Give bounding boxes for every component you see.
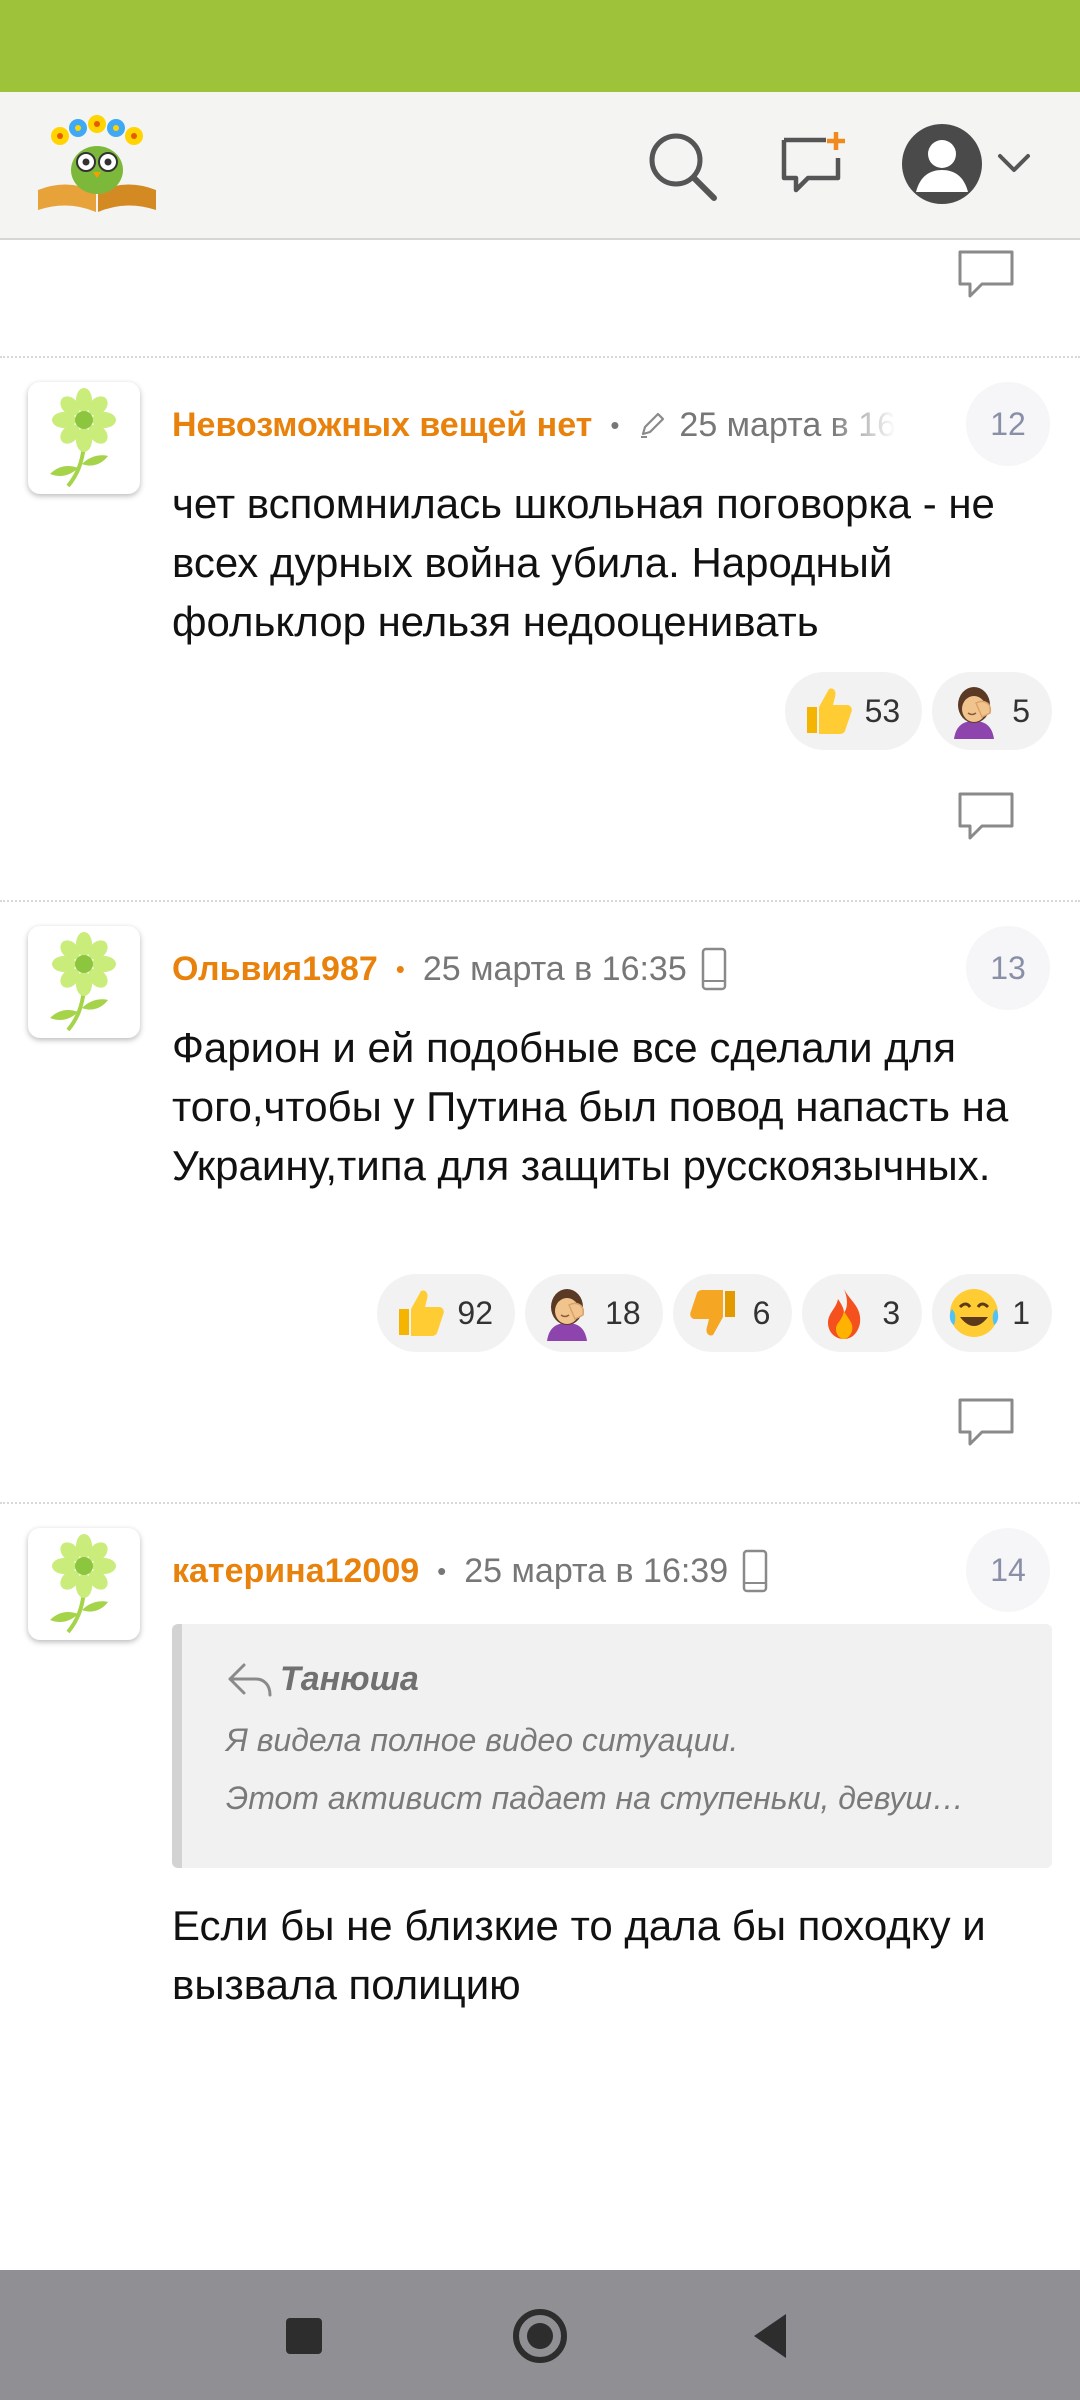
author-name[interactable]: Ольвия1987	[172, 950, 378, 989]
quote-line-2: Этот активист падает на ступеньки, девуш…	[226, 1780, 964, 1816]
mobile-device-icon	[742, 1549, 768, 1593]
daisy-avatar-icon	[28, 926, 140, 1038]
comment-number[interactable]: 12	[966, 382, 1050, 466]
comment-meta: катерина12009 • 25 марта в 16:39	[172, 1546, 932, 1596]
user-avatar[interactable]	[28, 1528, 140, 1640]
comment-number[interactable]: 14	[966, 1528, 1050, 1612]
reaction-count: 18	[605, 1294, 641, 1331]
reaction-count: 92	[457, 1294, 494, 1331]
author-name[interactable]: Невозможных вещей нет	[172, 406, 592, 445]
new-post-icon[interactable]	[778, 128, 850, 200]
reply-icon[interactable]	[956, 1396, 1016, 1450]
system-nav-bar	[0, 2270, 1080, 2400]
comment-date: 25 марта в 16	[679, 405, 897, 444]
recent-apps-button[interactable]	[272, 2304, 336, 2368]
reply-arrow-icon	[228, 1663, 272, 1696]
reply-icon[interactable]	[956, 248, 1016, 302]
reaction-thumbs-up[interactable]: 92	[377, 1274, 516, 1352]
home-button[interactable]	[504, 2300, 576, 2372]
reaction-thumbs-up[interactable]: 53	[784, 672, 923, 750]
comment-text: Фарион и ей подобные все сделали для тог…	[172, 1024, 1009, 1189]
comment-number[interactable]: 13	[966, 926, 1050, 1010]
chevron-down-icon[interactable]	[994, 148, 1034, 178]
reactions-bar: 92 18 6 3 1	[377, 1274, 1052, 1352]
quote-author-name: Танюша	[280, 1660, 419, 1698]
reply-icon[interactable]	[956, 790, 1016, 844]
comment-date: 25 марта в 16:39	[464, 1551, 729, 1590]
comment-meta: Ольвия1987 • 25 марта в 16:35	[172, 944, 932, 994]
status-bar	[0, 0, 1080, 92]
mobile-device-icon	[701, 947, 727, 991]
reaction-count: 5	[1012, 692, 1030, 729]
comment-text: чет вспомнилась школьная поговорка - не …	[172, 480, 995, 645]
reaction-thumbs-down[interactable]: 6	[672, 1274, 793, 1352]
reaction-count: 6	[752, 1294, 771, 1331]
user-avatar[interactable]	[28, 382, 140, 494]
reaction-count: 53	[864, 692, 901, 729]
reaction-facepalm[interactable]: 18	[525, 1274, 663, 1352]
user-avatar-icon[interactable]	[900, 122, 984, 206]
comment-divider	[0, 900, 1080, 902]
reaction-facepalm[interactable]: 5	[932, 672, 1052, 750]
thumbs-up-icon	[799, 683, 855, 739]
comments-feed: Невозможных вещей нет • 25 марта в 16 12…	[0, 242, 1080, 2270]
reaction-fire[interactable]: 3	[802, 1274, 923, 1352]
comment-text: Если бы не близкие то дала бы походку и …	[172, 1902, 986, 2008]
search-icon[interactable]	[644, 128, 720, 204]
reaction-tears-of-joy[interactable]: 1	[932, 1274, 1052, 1352]
thumbs-up-icon	[391, 1285, 447, 1341]
edited-pencil-icon	[637, 410, 667, 440]
user-avatar[interactable]	[28, 926, 140, 1038]
owl-book-logo[interactable]	[34, 112, 160, 218]
reaction-count: 3	[882, 1294, 901, 1331]
comment-meta: Невозможных вещей нет • 25 марта в 16	[172, 400, 932, 450]
quote-author: Танюша	[226, 1660, 419, 1699]
separator-dot: •	[437, 1555, 447, 1586]
separator-dot: •	[610, 409, 620, 440]
reactions-bar: 53 5	[784, 672, 1052, 750]
quote-line-1: Я видела полное видео ситуации.	[226, 1722, 739, 1758]
comment-date: 25 марта в 16:35	[422, 949, 687, 988]
author-name[interactable]: катерина12009	[172, 1552, 419, 1591]
app-header	[0, 92, 1080, 240]
facepalm-icon	[946, 683, 1002, 739]
tears-of-joy-icon	[946, 1285, 1002, 1341]
facepalm-icon	[539, 1285, 595, 1341]
daisy-avatar-icon	[28, 1528, 140, 1640]
comment-divider	[0, 356, 1080, 358]
comment-divider	[0, 1502, 1080, 1504]
reaction-count: 1	[1012, 1294, 1030, 1331]
quoted-comment[interactable]: Танюша Я видела полное видео ситуации. Э…	[172, 1624, 1052, 1868]
thumbs-down-icon	[687, 1285, 743, 1341]
back-button[interactable]	[740, 2304, 804, 2368]
fire-icon	[816, 1285, 872, 1341]
separator-dot: •	[395, 953, 405, 984]
daisy-avatar-icon	[28, 382, 140, 494]
